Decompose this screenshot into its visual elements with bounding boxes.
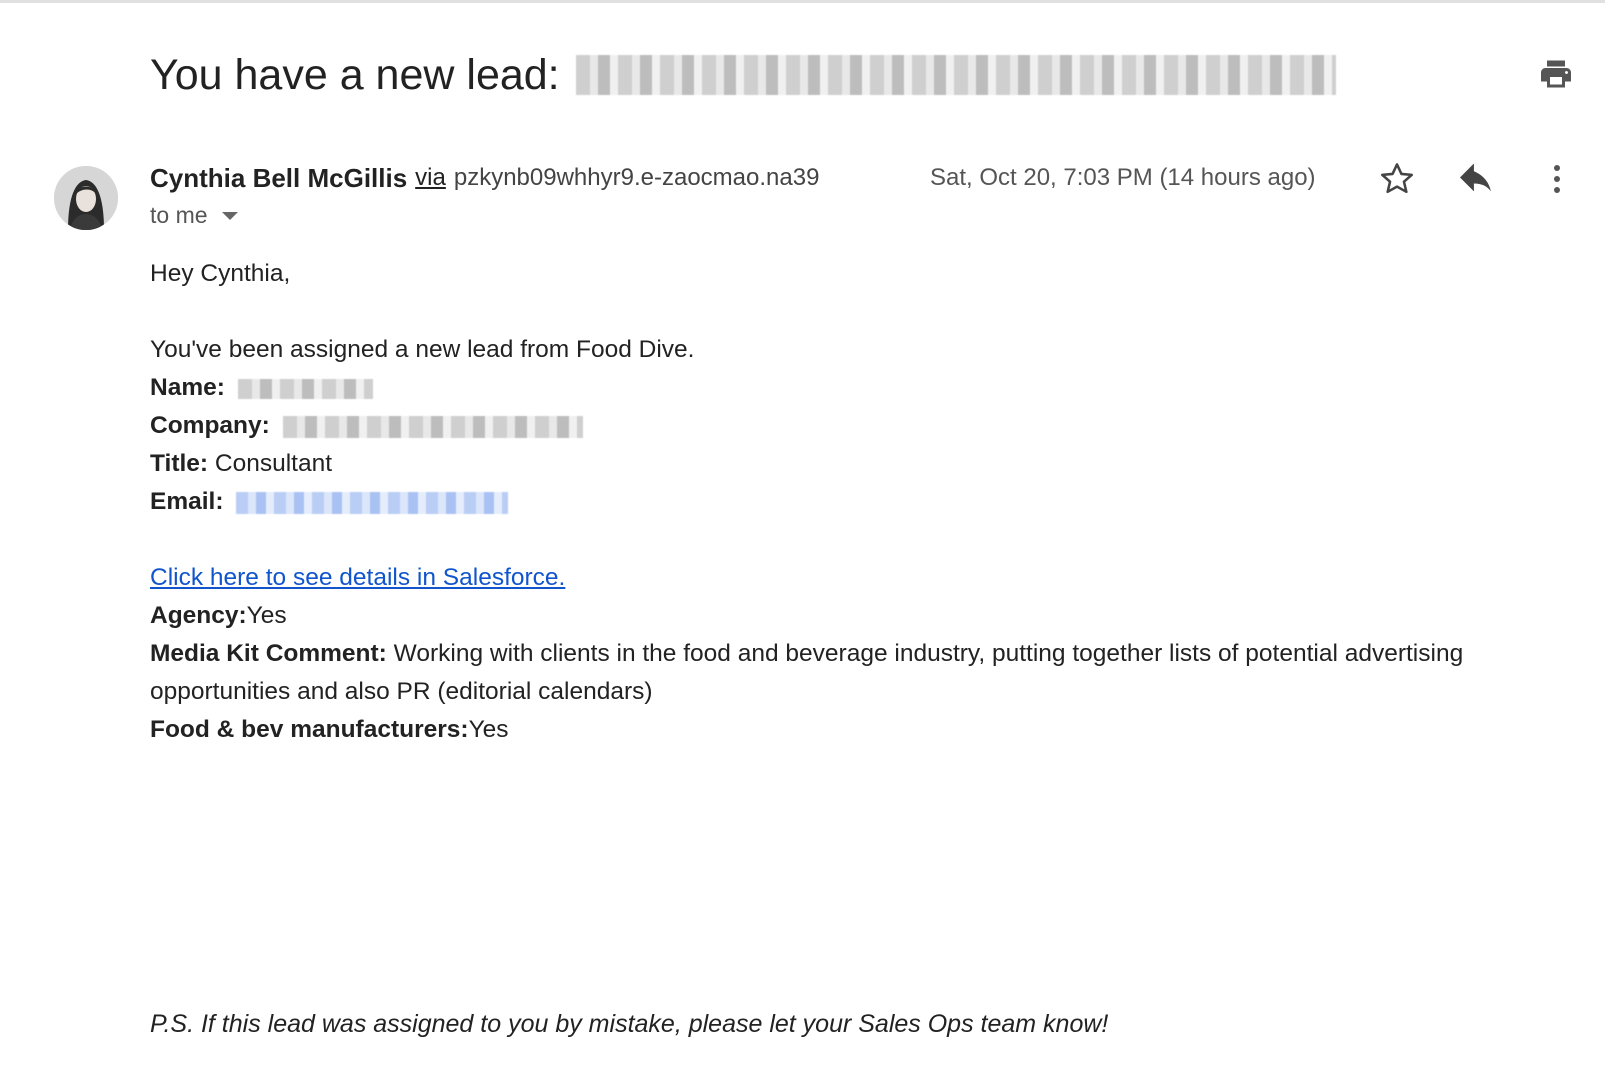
- greeting: Hey Cynthia,: [150, 260, 291, 287]
- media-kit-field: Media Kit Comment: Working with clients …: [150, 635, 1550, 711]
- recipient-details[interactable]: to me: [150, 202, 238, 229]
- email-date: Sat, Oct 20, 7:03 PM (14 hours ago): [930, 164, 1316, 191]
- printer-icon[interactable]: [1538, 56, 1574, 92]
- agency-label: Agency:: [150, 602, 247, 629]
- salesforce-link[interactable]: Click here to see details in Salesforce.: [150, 564, 565, 591]
- more-vertical-icon[interactable]: [1545, 160, 1569, 198]
- redacted-lead-name: [575, 55, 1336, 95]
- sender-address: pzkynb09whhyr9.e-zaocmao.na39: [453, 164, 820, 191]
- redacted-email-link[interactable]: [236, 491, 509, 514]
- redacted-company: [282, 415, 583, 438]
- agency-field: Agency:Yes: [150, 597, 1550, 635]
- sender-avatar[interactable]: [54, 166, 118, 230]
- subject-text: You have a new lead:: [150, 51, 560, 99]
- postscript: P.S. If this lead was assigned to you by…: [150, 1010, 1109, 1038]
- media-kit-label: Media Kit Comment:: [150, 640, 387, 667]
- food-bev-label: Food & bev manufacturers:: [150, 716, 469, 743]
- subject-heading: You have a new lead:: [150, 40, 1550, 110]
- reply-icon[interactable]: [1458, 162, 1496, 196]
- email-body: Hey Cynthia, You've been assigned a new …: [150, 255, 1550, 749]
- title-field: Title: Consultant: [150, 445, 1550, 483]
- email-field: Email:: [150, 483, 1550, 521]
- food-bev-value: Yes: [468, 716, 509, 743]
- email-subject: You have a new lead:: [150, 40, 1550, 110]
- name-label: Name:: [150, 374, 225, 401]
- chevron-down-icon[interactable]: [221, 211, 238, 220]
- food-bev-field: Food & bev manufacturers:Yes: [150, 711, 1550, 749]
- email-label: Email:: [150, 488, 224, 515]
- name-field: Name:: [150, 369, 1550, 407]
- company-field: Company:: [150, 407, 1550, 445]
- top-divider: [0, 0, 1605, 3]
- sender-name[interactable]: Cynthia Bell McGillis: [150, 163, 407, 194]
- agency-value: Yes: [246, 602, 287, 629]
- via-link[interactable]: via: [415, 164, 446, 192]
- sender-line: Cynthia Bell McGillis via pzkynb09whhyr9…: [150, 160, 819, 196]
- star-icon[interactable]: [1378, 160, 1416, 198]
- title-value: Consultant: [214, 450, 333, 477]
- title-label: Title:: [150, 450, 209, 477]
- redacted-name: [237, 378, 373, 399]
- intro-text: You've been assigned a new lead from Foo…: [150, 336, 695, 363]
- recipient-label: to me: [150, 202, 208, 228]
- company-label: Company:: [150, 412, 270, 439]
